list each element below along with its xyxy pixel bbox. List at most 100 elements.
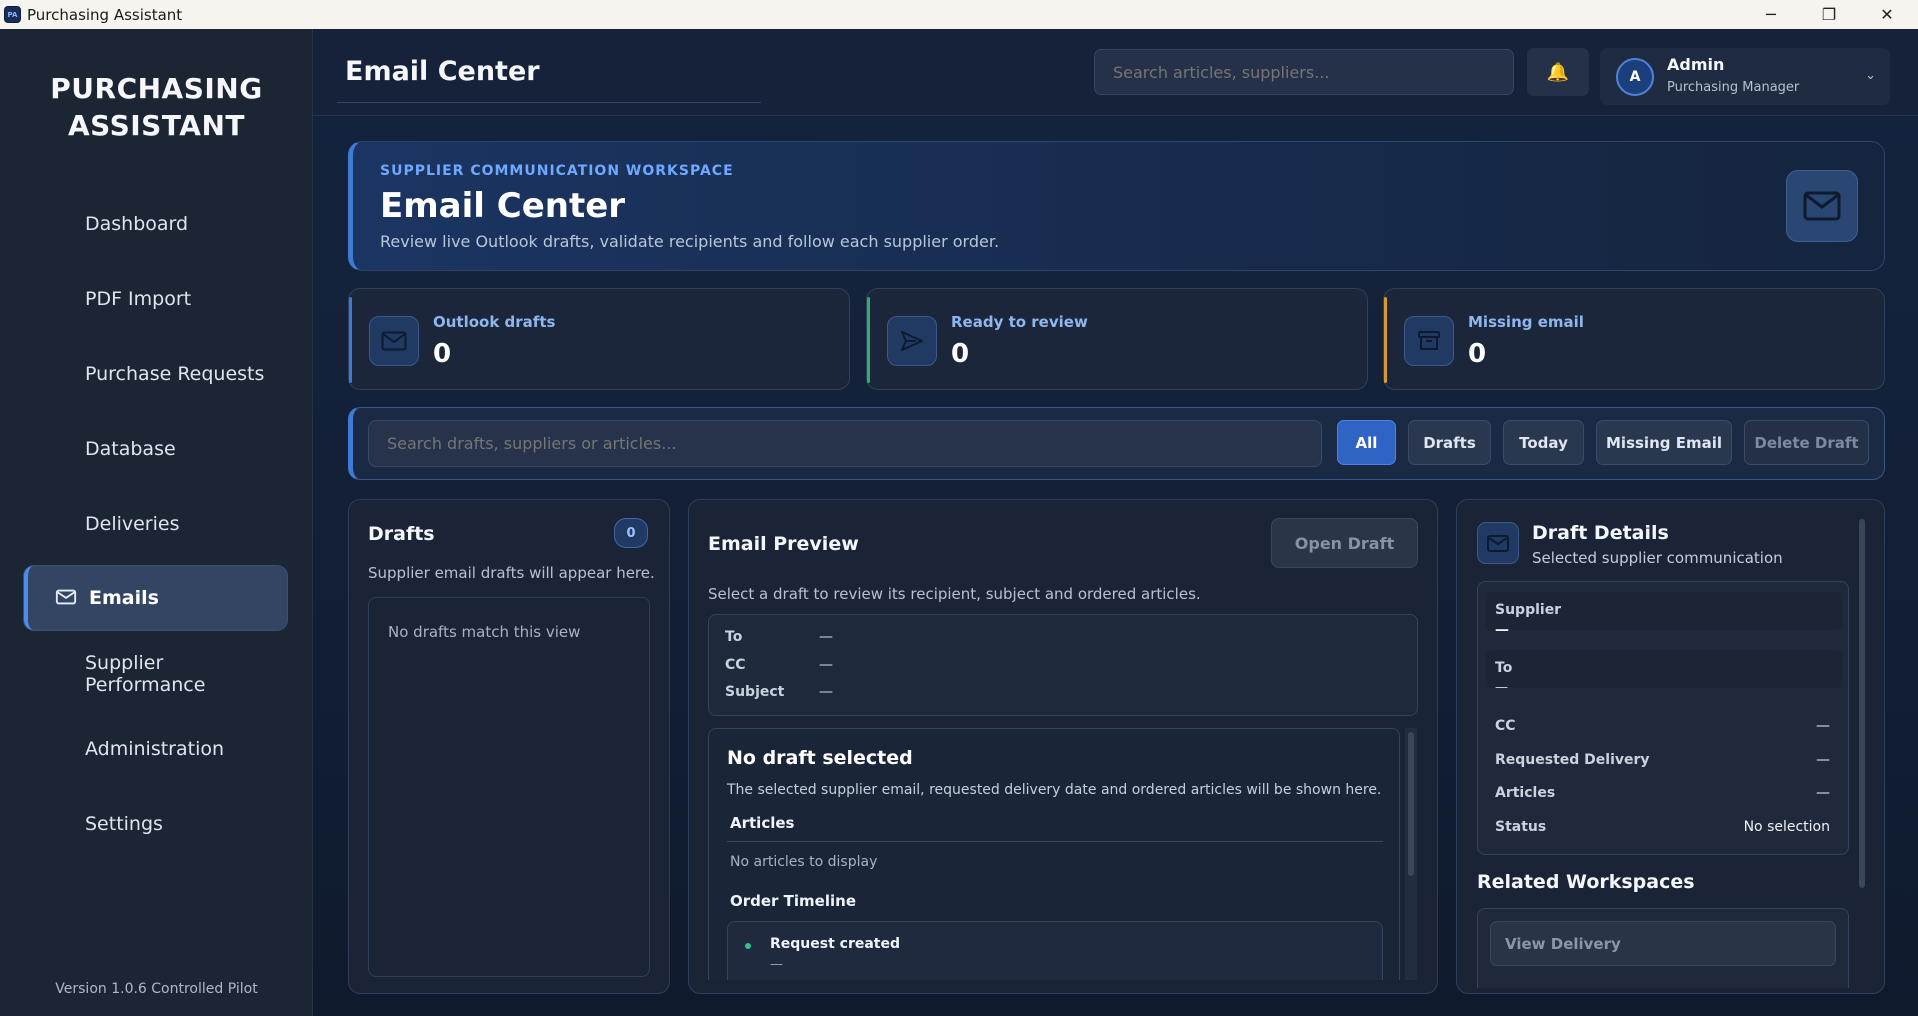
stat-accent — [349, 297, 352, 383]
hero-title: Email Center — [380, 186, 626, 226]
sidebar-item-purchase-requests[interactable]: Purchase Requests — [24, 343, 287, 405]
sidebar-item-supplier-performance[interactable]: Supplier Performance — [24, 643, 287, 705]
hero-subtitle: Review live Outlook drafts, validate rec… — [380, 232, 1000, 251]
filter-drafts-button[interactable]: Drafts — [1408, 420, 1491, 465]
view-delivery-button[interactable]: View Delivery — [1490, 921, 1836, 966]
status-label: Status — [1495, 819, 1547, 835]
timeline-heading: Order Timeline — [730, 892, 856, 910]
articles-value: — — [1816, 785, 1830, 801]
send-icon — [887, 316, 937, 366]
email-meta-box: To — CC — Subject — — [708, 614, 1418, 716]
sidebar-item-database[interactable]: Database — [24, 418, 287, 480]
to-value: — — [1495, 680, 1508, 695]
related-workspaces-title: Related Workspaces — [1477, 871, 1695, 893]
supplier-label: Supplier — [1495, 602, 1562, 618]
user-name: Admin — [1667, 55, 1725, 74]
stat-value: 0 — [433, 339, 452, 369]
status-dot-icon — [745, 943, 751, 949]
hero-eyebrow: SUPPLIER COMMUNICATION WORKSPACE — [380, 163, 734, 179]
stat-label: Ready to review — [951, 313, 1088, 331]
open-draft-button[interactable]: Open Draft — [1271, 518, 1418, 568]
to-label: To — [725, 629, 743, 645]
timeline-item: Request created — — [727, 921, 1383, 980]
user-role: Purchasing Manager — [1667, 80, 1800, 95]
details-scrollbar[interactable] — [1857, 519, 1867, 985]
sidebar-item-pdf-import[interactable]: PDF Import — [24, 268, 287, 330]
drafts-panel: Drafts 0 Supplier email drafts will appe… — [348, 499, 670, 994]
brand-title: PURCHASING ASSISTANT — [50, 72, 263, 142]
cc-label: CC — [1495, 718, 1516, 734]
notifications-button[interactable]: 🔔 — [1527, 48, 1589, 96]
draft-details-box: Supplier — To — CC — Requested Delivery … — [1477, 581, 1849, 855]
stat-value: 0 — [1468, 339, 1487, 369]
to-field — [1486, 650, 1842, 688]
sidebar-item-emails[interactable]: Emails — [24, 566, 287, 630]
drafts-subtitle: Supplier email drafts will appear here. — [368, 564, 655, 582]
sidebar-item-settings[interactable]: Settings — [24, 793, 287, 855]
user-menu[interactable]: A Admin Purchasing Manager ⌄ — [1600, 48, 1890, 105]
articles-empty-text: No articles to display — [730, 854, 878, 870]
global-search-input[interactable] — [1094, 49, 1514, 95]
to-value: — — [819, 629, 833, 645]
close-button[interactable]: ✕ — [1858, 0, 1916, 29]
main-content: SUPPLIER COMMUNICATION WORKSPACE Email C… — [313, 116, 1918, 1016]
window-titlebar: PA Purchasing Assistant ─ ❐ ✕ — [0, 0, 1918, 29]
email-preview-subtitle: Select a draft to review its recipient, … — [708, 585, 1201, 603]
page-title: Email Center — [345, 56, 540, 87]
envelope-icon — [369, 316, 419, 366]
filter-bar: All Drafts Today Missing Email Delete Dr… — [348, 407, 1885, 480]
stat-card-outlook-drafts: Outlook drafts 0 — [348, 288, 850, 390]
sidebar-item-administration[interactable]: Administration — [24, 718, 287, 780]
delete-draft-button[interactable]: Delete Draft — [1744, 420, 1869, 465]
version-label: Version 1.0.6 Controlled Pilot — [55, 981, 258, 997]
drafts-search-input[interactable] — [368, 420, 1322, 467]
maximize-button[interactable]: ❐ — [1800, 0, 1858, 29]
sidebar-item-dashboard[interactable]: Dashboard — [24, 193, 287, 255]
cc-value: — — [819, 657, 833, 673]
to-label: To — [1495, 660, 1513, 676]
related-workspaces-box: View Delivery — [1477, 908, 1849, 988]
draft-details-subtitle: Selected supplier communication — [1532, 549, 1783, 567]
subject-value: — — [819, 684, 833, 700]
articles-label: Articles — [1495, 785, 1556, 801]
stat-label: Outlook drafts — [433, 313, 556, 331]
stat-accent — [1384, 297, 1387, 383]
empty-state-text: No drafts match this view — [388, 623, 581, 641]
envelope-icon — [1477, 522, 1519, 564]
sidebar: PURCHASING ASSISTANT Dashboard PDF Impor… — [0, 29, 313, 1016]
archive-icon — [1404, 316, 1454, 366]
title-underline — [337, 102, 761, 103]
draft-details-title: Draft Details — [1532, 522, 1669, 544]
window-title: Purchasing Assistant — [27, 5, 183, 24]
envelope-icon — [1786, 170, 1858, 242]
articles-heading: Articles — [730, 814, 795, 832]
supplier-value: — — [1495, 622, 1509, 638]
filter-today-button[interactable]: Today — [1503, 420, 1584, 465]
preview-scrollbar[interactable] — [1405, 728, 1417, 980]
drafts-count-badge: 0 — [614, 518, 648, 548]
subject-label: Subject — [725, 684, 785, 700]
timeline-item-value: — — [770, 957, 783, 972]
filter-all-button[interactable]: All — [1337, 420, 1396, 465]
app-logo-icon: PA — [4, 6, 21, 23]
avatar: A — [1616, 58, 1654, 96]
envelope-icon — [55, 589, 77, 605]
timeline-item-label: Request created — [770, 936, 901, 952]
no-selection-title: No draft selected — [727, 747, 913, 769]
scrollbar-thumb[interactable] — [1859, 519, 1865, 888]
top-header: Email Center 🔔 A Admin Purchasing Manage… — [313, 29, 1918, 116]
scrollbar-thumb[interactable] — [1408, 732, 1414, 876]
stat-card-ready-to-review: Ready to review 0 — [866, 288, 1368, 390]
filter-missing-email-button[interactable]: Missing Email — [1596, 420, 1732, 465]
email-body-preview: No draft selected The selected supplier … — [708, 728, 1400, 980]
cc-label: CC — [725, 657, 746, 673]
bell-icon: 🔔 — [1546, 61, 1570, 83]
stat-label: Missing email — [1468, 313, 1584, 331]
divider — [727, 841, 1383, 842]
minimize-button[interactable]: ─ — [1742, 0, 1800, 29]
drafts-title: Drafts — [368, 523, 435, 545]
requested-delivery-label: Requested Delivery — [1495, 752, 1650, 768]
sidebar-item-deliveries[interactable]: Deliveries — [24, 493, 287, 555]
chevron-down-icon: ⌄ — [1865, 68, 1876, 83]
requested-delivery-value: — — [1816, 752, 1830, 768]
